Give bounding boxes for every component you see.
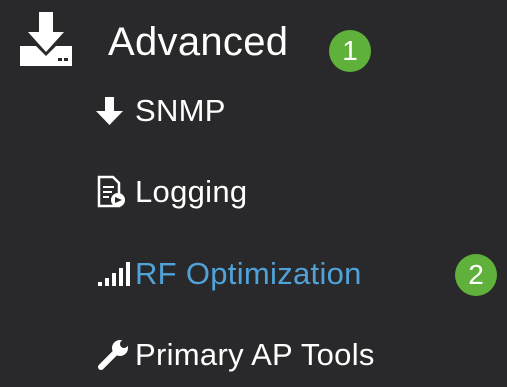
sidebar-item-label: RF Optimization (135, 256, 362, 291)
sidebar-item-label: Logging (135, 174, 248, 209)
log-file-icon (95, 175, 135, 209)
download-icon (18, 12, 78, 72)
step-badge-1: 1 (329, 30, 371, 72)
wrench-icon (95, 338, 135, 372)
sidebar-item-rf-optimization[interactable]: RF Optimization (95, 256, 362, 292)
sidebar-item-label: SNMP (135, 93, 226, 128)
sidebar-item-snmp[interactable]: SNMP (95, 93, 226, 129)
sidebar-item-label: Primary AP Tools (135, 337, 375, 372)
sidebar-section-title: Advanced (108, 19, 289, 64)
sidebar-menu: Advanced 1 SNMP Logging RF Optimization … (0, 0, 507, 387)
sidebar-item-primary-ap-tools[interactable]: Primary AP Tools (95, 337, 375, 373)
arrow-down-icon (95, 94, 135, 128)
sidebar-section-advanced[interactable]: Advanced (18, 12, 288, 72)
sidebar-item-logging[interactable]: Logging (95, 174, 247, 210)
step-badge-2: 2 (455, 254, 497, 296)
signal-bars-icon (95, 257, 135, 291)
